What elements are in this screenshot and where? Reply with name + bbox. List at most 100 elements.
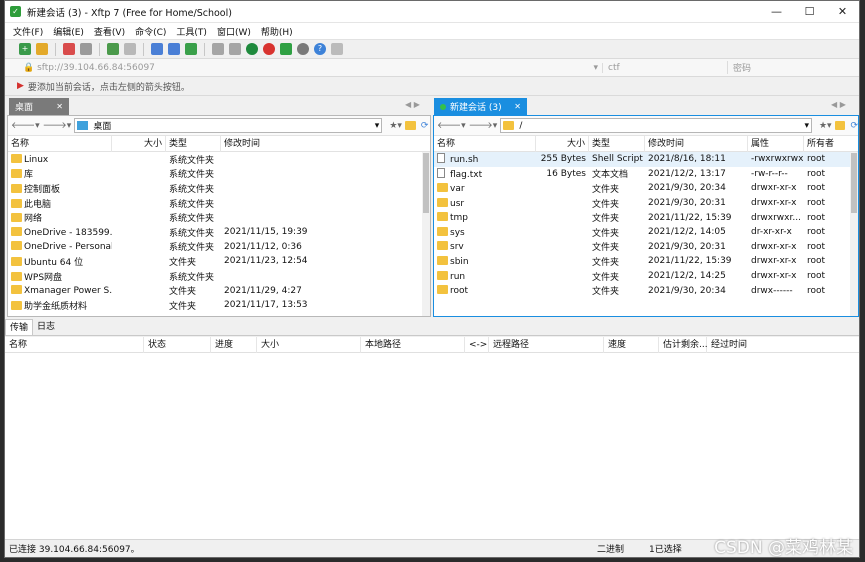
list-item[interactable]: srv 文件夹 2021/9/30, 20:31 drwxr-xr-x root [434,240,858,255]
chevron-down-icon[interactable]: ▾ [804,121,809,131]
title-bar: ✓ 新建会话 (3) - Xftp 7 (Free for Home/Schoo… [5,1,859,23]
new-folder-icon[interactable] [107,43,119,55]
list-item[interactable]: usr 文件夹 2021/9/30, 20:31 drwxr-xr-x root [434,196,858,211]
list-item[interactable]: OneDrive - 183599... 系统文件夹 2021/11/15, 19:… [8,225,430,240]
back-icon[interactable]: 🡐▾ [11,120,40,131]
menu-view[interactable]: 查看(V) [94,25,125,38]
col-modified[interactable]: 修改时间 [645,135,748,152]
chevron-down-icon[interactable]: ▾ [593,63,598,73]
forward-icon[interactable]: 🡒▾ [43,120,72,131]
col-local-path[interactable]: 本地路径 [361,336,465,353]
col-owner[interactable]: 所有者 [804,136,850,152]
sync-icon[interactable] [185,43,197,55]
new-session-icon[interactable]: + [19,43,31,55]
col-speed[interactable]: 速度 [604,336,659,353]
upload-icon[interactable] [151,43,163,55]
folder-icon[interactable] [834,121,846,130]
download-icon[interactable] [168,43,180,55]
col-remote-path[interactable]: 远程路径 [489,336,604,353]
menu-command[interactable]: 命令(C) [135,25,166,38]
col-type[interactable]: 类型 [589,135,645,152]
open-folder-icon[interactable] [36,43,48,55]
host-field[interactable]: 🔒 sftp://39.104.66.84:56097 ▾ [19,63,602,73]
col-name[interactable]: 名称 [5,336,144,353]
tab-transfers[interactable]: 传输 [5,319,34,335]
list-item[interactable]: root 文件夹 2021/9/30, 20:34 drwx------ root [434,283,858,298]
scroll-thumb[interactable] [851,153,857,213]
view-icon[interactable] [124,43,136,55]
list-item[interactable]: var 文件夹 2021/9/30, 20:34 drwxr-xr-x root [434,181,858,196]
list-item[interactable]: flag.txt 16 Bytes 文本文档 2021/12/2, 13:17 -rw-… [434,167,858,182]
list-item[interactable]: run.sh 255 Bytes Shell Script 2021/8/16, 18… [434,152,858,167]
chevron-down-icon[interactable]: ▾ [375,121,380,131]
list-item[interactable]: 此电脑 系统文件夹 [8,196,430,211]
col-size[interactable]: 大小 [536,135,589,152]
tab-nav-right-icon[interactable]: ◀ ▶ [831,100,846,109]
col-size[interactable]: 大小 [112,135,166,152]
disconnect-icon[interactable] [63,43,75,55]
maximize-button[interactable]: ☐ [793,1,826,23]
list-item[interactable]: Xmanager Power S... 文件夹 2021/11/29, 4:27 [8,283,430,298]
chat-icon[interactable] [331,43,343,55]
globe-icon[interactable] [246,43,258,55]
close-icon[interactable]: ✕ [56,102,63,111]
tab-nav-left-icon[interactable]: ◀ ▶ [405,100,420,109]
local-scrollbar[interactable] [422,152,430,316]
refresh-icon[interactable]: ⟳ [421,121,429,131]
remote-path-input[interactable]: / ▾ [500,118,812,133]
xmanager-icon[interactable] [280,43,292,55]
forward-icon[interactable]: 🡒▾ [469,120,498,131]
col-elapsed[interactable]: 经过时间 [707,337,859,353]
col-direction[interactable]: <-> [465,336,489,353]
col-eta[interactable]: 估计剩余... [659,336,708,353]
scroll-thumb[interactable] [423,153,429,213]
copy-icon[interactable] [212,43,224,55]
paste-icon[interactable] [229,43,241,55]
list-item[interactable]: run 文件夹 2021/12/2, 14:25 drwxr-xr-x root [434,269,858,284]
list-item[interactable]: Linux 系统文件夹 [8,152,430,167]
help-icon[interactable]: ? [314,43,326,55]
folder-icon[interactable] [404,121,416,130]
col-name[interactable]: 名称 [434,135,536,152]
local-path-input[interactable]: 桌面 ▾ [74,118,383,133]
tab-log[interactable]: 日志 [33,319,59,335]
col-progress[interactable]: 进度 [211,336,257,353]
col-status[interactable]: 状态 [144,336,211,353]
refresh-icon[interactable]: ⟳ [850,121,858,131]
close-icon[interactable]: ✕ [514,102,521,111]
menu-tools[interactable]: 工具(T) [176,25,207,38]
col-size[interactable]: 大小 [257,336,361,353]
gear-icon[interactable] [297,43,309,55]
col-modified[interactable]: 修改时间 [221,136,421,152]
list-item[interactable]: 网络 系统文件夹 [8,210,430,225]
minimize-button[interactable]: — [760,1,793,23]
menu-window[interactable]: 窗口(W) [217,25,251,38]
reconnect-icon[interactable] [80,43,92,55]
list-item[interactable]: tmp 文件夹 2021/11/22, 15:39 drwxrwxr... root [434,210,858,225]
col-name[interactable]: 名称 [8,135,112,152]
close-button[interactable]: ✕ [826,1,859,23]
tab-new-session[interactable]: 新建会话 (3) ✕ [434,98,527,115]
xshell-icon[interactable] [263,43,275,55]
list-item[interactable]: 库 系统文件夹 [8,167,430,182]
col-type[interactable]: 类型 [166,135,221,152]
menu-file[interactable]: 文件(F) [13,25,43,38]
col-attributes[interactable]: 属性 [748,135,804,152]
bookmark-icon[interactable]: ▶ [17,81,24,91]
list-item[interactable]: WPS网盘 系统文件夹 [8,269,430,284]
list-item[interactable]: 助学金纸质材料 文件夹 2021/11/17, 13:53 [8,298,430,313]
username-field[interactable]: ctf [602,62,727,73]
menu-help[interactable]: 帮助(H) [261,25,293,38]
tab-desktop[interactable]: 桌面 ✕ [9,98,69,115]
star-icon[interactable]: ★▾ [819,121,832,131]
list-item[interactable]: Ubuntu 64 位 文件夹 2021/11/23, 12:54 [8,254,430,269]
back-icon[interactable]: 🡐▾ [437,120,466,131]
list-item[interactable]: sbin 文件夹 2021/11/22, 15:39 drwxr-xr-x root [434,254,858,269]
menu-edit[interactable]: 编辑(E) [53,25,84,38]
password-field[interactable]: 密码 [727,61,859,74]
star-icon[interactable]: ★▾ [389,121,402,131]
list-item[interactable]: 控制面板 系统文件夹 [8,181,430,196]
list-item[interactable]: sys 文件夹 2021/12/2, 14:05 dr-xr-xr-x root [434,225,858,240]
remote-scrollbar[interactable] [850,152,858,316]
list-item[interactable]: OneDrive - Personal 系统文件夹 2021/11/12, 0:36 [8,240,430,255]
